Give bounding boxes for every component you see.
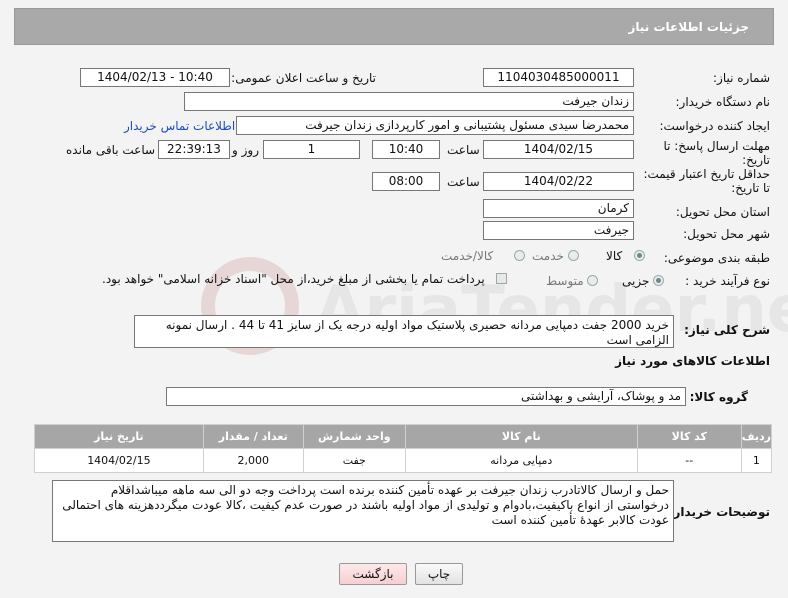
- province-field: کرمان: [483, 199, 634, 218]
- col-header-unit: واحد شمارش: [302, 424, 406, 449]
- category-option-goods: کالا: [606, 249, 623, 263]
- category-option-service: خدمت: [532, 249, 564, 263]
- days-label: روز و: [232, 143, 259, 157]
- province-label: استان محل تحویل:: [675, 205, 770, 219]
- deadline-time-field: 10:40: [372, 140, 440, 159]
- back-button[interactable]: بازگشت: [339, 563, 407, 585]
- deadline-date-field: 1404/02/15: [483, 140, 634, 159]
- col-header-code: کد کالا: [636, 424, 742, 449]
- price-date-field: 1404/02/22: [483, 172, 634, 191]
- col-header-date: تاریخ نیاز: [34, 424, 204, 449]
- creator-label: ایجاد کننده درخواست:: [659, 119, 770, 133]
- goods-section-title: اطلاعات کالاهای مورد نیاز: [615, 354, 770, 368]
- cell-unit: جفت: [302, 448, 406, 473]
- deadline-time-label: ساعت: [447, 143, 480, 157]
- description-label: شرح کلی نیاز:: [684, 323, 770, 337]
- buyer-notes-label: توضیحات خریدار:: [668, 505, 770, 519]
- cell-qty: 2,000: [202, 448, 304, 473]
- category-radio-goods[interactable]: [634, 250, 645, 261]
- goods-table-header-row: ردیف کد کالا نام کالا واحد شمارش تعداد /…: [34, 424, 773, 449]
- col-header-row: ردیف: [740, 424, 773, 449]
- time-remaining-label: ساعت باقی مانده: [66, 143, 156, 157]
- price-time-label: ساعت: [447, 175, 480, 189]
- col-header-qty: تعداد / مقدار: [202, 424, 304, 449]
- buyer-org-field: زندان جیرفت: [184, 92, 634, 111]
- goods-group-label: گروه کالا:: [689, 390, 748, 404]
- col-header-name: نام کالا: [404, 424, 638, 449]
- cell-name: دمپایی مردانه: [404, 448, 638, 473]
- creator-field: محمدرضا سیدی مسئول پشتیبانی و امور کارپر…: [236, 116, 634, 135]
- price-validity-label-line1: حداقل تاریخ اعتبار قیمت:: [643, 167, 770, 181]
- category-label: طبقه بندی موضوعی:: [663, 251, 770, 265]
- goods-table: ردیف کد کالا نام کالا واحد شمارش تعداد /…: [34, 424, 773, 473]
- buyer-notes-field: حمل و ارسال کالاتادرب زندان جیرفت بر عهد…: [52, 480, 674, 542]
- table-row: 1 -- دمپایی مردانه جفت 2,000 1404/02/15: [34, 448, 773, 473]
- buyer-org-label: نام دستگاه خریدار:: [675, 95, 771, 109]
- goods-group-field: مد و پوشاک، آرایشی و بهداشتی: [166, 387, 686, 406]
- process-option-medium: متوسط: [546, 274, 584, 288]
- announce-label: تاریخ و ساعت اعلان عمومی:: [231, 71, 376, 85]
- days-remaining-field: 1: [263, 140, 360, 159]
- cell-date: 1404/02/15: [34, 448, 204, 473]
- price-time-field: 08:00: [372, 172, 440, 191]
- buyer-contact-link[interactable]: اطلاعات تماس خریدار: [124, 119, 235, 133]
- deadline-label-line1: مهلت ارسال پاسخ: تا: [663, 139, 770, 153]
- goods-table-wrapper: ردیف کد کالا نام کالا واحد شمارش تعداد /…: [34, 424, 773, 473]
- description-field: خرید 2000 جفت دمپایی مردانه حصیری پلاستی…: [134, 315, 674, 348]
- time-remaining-field: 22:39:13: [158, 140, 230, 159]
- announce-field: 1404/02/13 - 10:40: [80, 68, 230, 87]
- deadline-label-line2: تاریخ:: [742, 153, 770, 167]
- city-field: جیرفت: [483, 221, 634, 240]
- process-radio-medium[interactable]: [587, 275, 598, 286]
- process-radio-minor[interactable]: [653, 275, 664, 286]
- process-option-minor: جزیی: [622, 274, 650, 288]
- need-number-field: 1104030485000011: [483, 68, 634, 87]
- need-number-label: شماره نیاز:: [713, 71, 770, 85]
- print-button[interactable]: چاپ: [415, 563, 463, 585]
- city-label: شهر محل تحویل:: [683, 227, 770, 241]
- treasury-payment-checkbox[interactable]: [496, 273, 507, 284]
- category-option-goods-service: کالا/خدمت: [441, 249, 494, 263]
- process-type-label: نوع فرآیند خرید :: [685, 274, 770, 288]
- cell-code: --: [636, 448, 742, 473]
- treasury-payment-note: پرداخت تمام یا بخشی از مبلغ خرید،از محل …: [102, 272, 485, 286]
- category-radio-service[interactable]: [568, 250, 579, 261]
- category-radio-goods-service[interactable]: [514, 250, 525, 261]
- header-panel: جزئیات اطلاعات نیاز: [14, 8, 774, 45]
- page-title: جزئیات اطلاعات نیاز: [628, 20, 749, 34]
- price-validity-label-line2: تا تاریخ:: [731, 181, 770, 195]
- cell-row: 1: [740, 448, 773, 473]
